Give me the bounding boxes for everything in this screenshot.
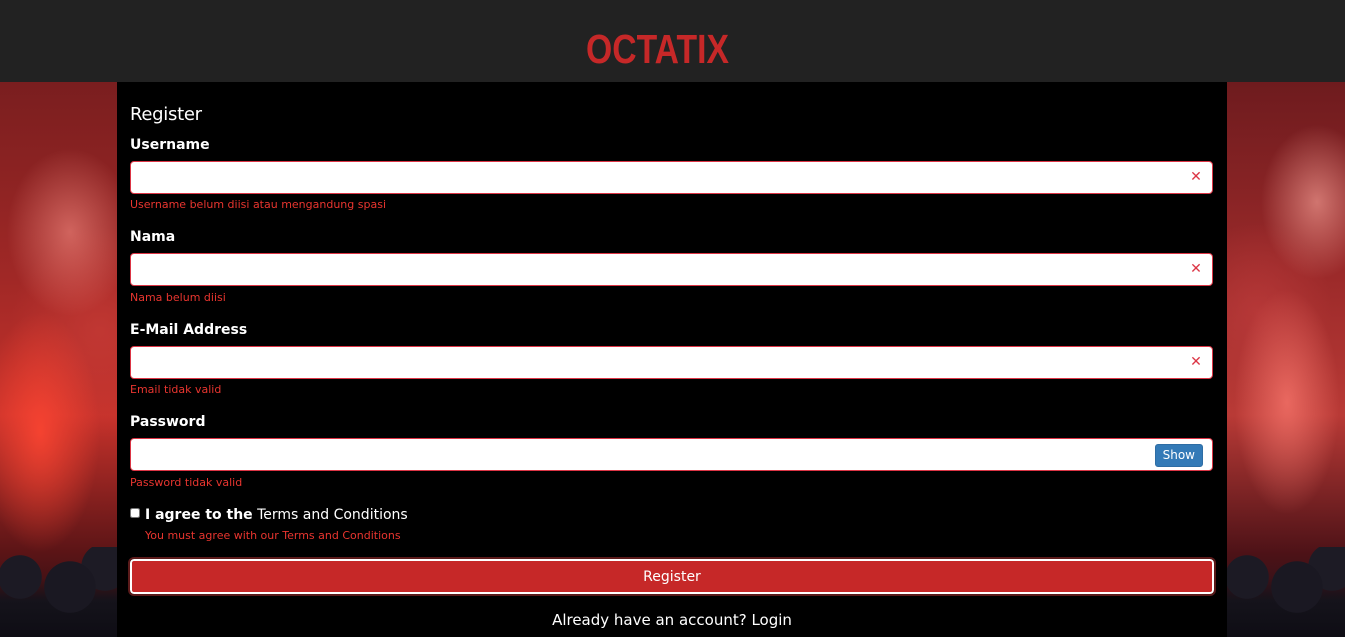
background-concert-right [1227,82,1345,637]
login-prompt: Already have an account? Login [117,611,1227,629]
email-field-wrap: ✕ [130,346,1213,379]
terms-checkbox[interactable] [130,508,140,518]
nama-label: Nama [130,229,176,245]
login-prompt-text: Already have an account? [552,611,747,629]
username-input[interactable] [131,162,1171,193]
logo-text: OCTATIX [586,26,729,70]
terms-link[interactable]: Terms and Conditions [257,507,408,523]
password-label: Password [130,414,206,430]
form-title: Register [130,104,202,125]
email-input[interactable] [131,347,1171,378]
login-link[interactable]: Login [751,611,791,629]
nama-input[interactable] [131,254,1171,285]
crowd-silhouette [1227,547,1345,637]
username-label: Username [130,137,210,153]
invalid-x-icon: ✕ [1190,354,1202,370]
nama-field-wrap: ✕ [130,253,1213,286]
terms-prefix: I agree to the [145,507,253,523]
register-panel: Register Username ✕ Username belum diisi… [117,82,1227,637]
invalid-x-icon: ✕ [1190,261,1202,277]
crowd-silhouette [0,547,117,637]
register-button[interactable]: Register [128,557,1216,596]
terms-error: You must agree with our Terms and Condit… [145,529,401,542]
username-error: Username belum diisi atau mengandung spa… [130,198,386,211]
invalid-x-icon: ✕ [1190,169,1202,185]
email-error: Email tidak valid [130,383,222,396]
nama-error: Nama belum diisi [130,291,226,304]
username-field-wrap: ✕ [130,161,1213,194]
background-concert-left [0,82,117,637]
terms-label: I agree to the Terms and Conditions [145,507,408,523]
password-input[interactable] [131,439,1171,470]
password-field-wrap: Show [130,438,1213,471]
octatix-logo[interactable]: OCTATIX [586,26,731,70]
top-navbar: OCTATIX [0,0,1345,82]
show-password-button[interactable]: Show [1154,444,1203,467]
email-label: E-Mail Address [130,322,248,338]
password-error: Password tidak valid [130,476,243,489]
